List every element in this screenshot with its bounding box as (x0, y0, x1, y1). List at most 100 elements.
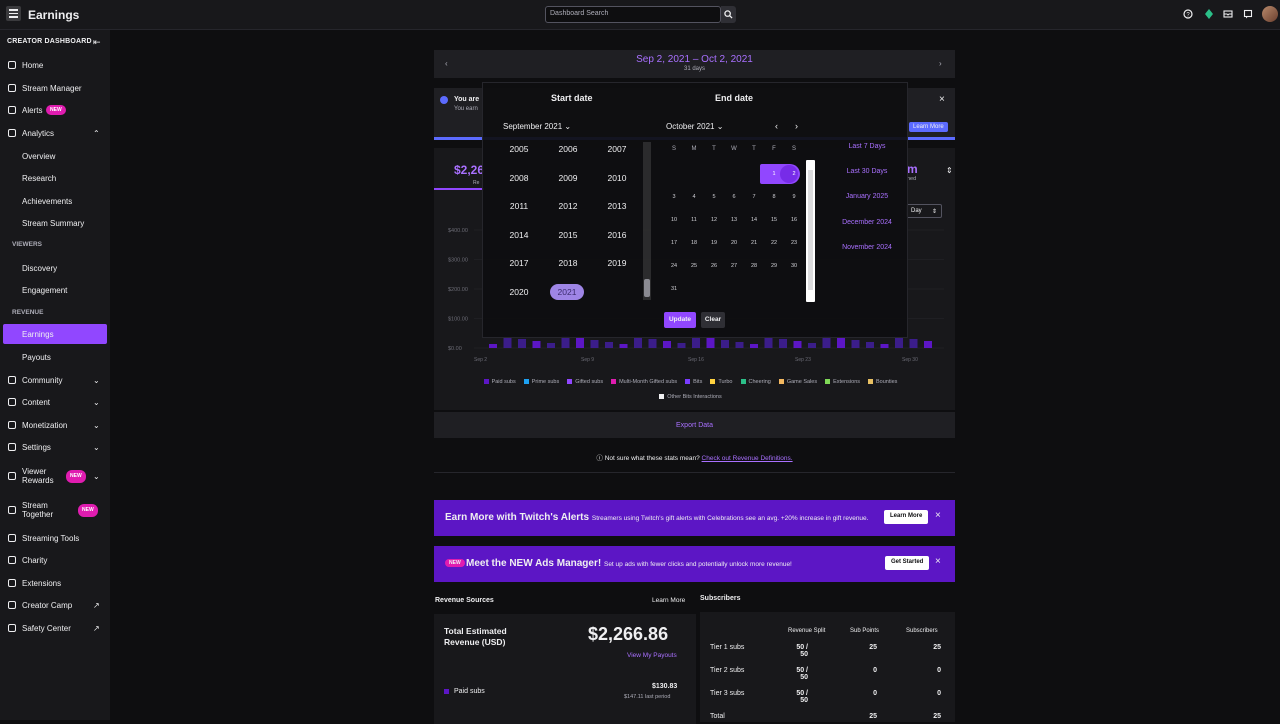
year-option[interactable]: 2020 (502, 287, 536, 297)
year-option[interactable]: 2006 (551, 144, 585, 154)
calendar-day[interactable]: 8 (768, 194, 780, 200)
quick-range-option[interactable]: Last 30 Days (832, 168, 902, 175)
legend-item[interactable]: Other Bits Interactions (434, 394, 947, 400)
chart-bar[interactable] (895, 337, 903, 348)
date-range[interactable]: Sep 2, 2021 – Oct 2, 2021 (434, 54, 955, 65)
chart-bar[interactable] (721, 340, 729, 348)
calendar-scrollbar[interactable] (806, 160, 815, 302)
calendar-day[interactable]: 28 (748, 263, 760, 269)
calendar-day[interactable]: 7 (748, 194, 760, 200)
sidebar-item-creator-camp[interactable]: Creator Camp ↗ (0, 595, 110, 615)
chart-bar[interactable] (735, 342, 744, 348)
chart-bar[interactable] (851, 340, 860, 348)
chart-bar[interactable] (750, 344, 758, 348)
granularity-select[interactable]: Day ⇕ (906, 204, 942, 218)
year-scrollbar-thumb[interactable] (644, 279, 650, 297)
legend-item[interactable]: Multi-Month Gifted subs (611, 379, 677, 385)
calendar-day[interactable]: 23 (788, 240, 800, 246)
calendar-day[interactable]: 25 (688, 263, 700, 269)
legend-item[interactable]: Extensions (825, 379, 860, 385)
chart-bar[interactable] (924, 341, 932, 348)
calendar-day[interactable]: 26 (708, 263, 720, 269)
legend-item[interactable]: Cheering (740, 379, 771, 385)
sort-icon[interactable]: ⇕ (946, 166, 953, 175)
calendar-day[interactable]: 5 (708, 194, 720, 200)
sidebar-item-stream-manager[interactable]: Stream Manager (0, 78, 110, 98)
sidebar-item-stream-together[interactable]: Stream Together NEW (0, 498, 110, 522)
chart-bar[interactable] (663, 341, 671, 348)
update-button[interactable]: Update (664, 312, 696, 328)
chart-bar[interactable] (706, 338, 715, 348)
year-option[interactable]: 2005 (502, 144, 536, 154)
collapse-sidebar-icon[interactable]: ⇤ (93, 37, 101, 48)
legend-item[interactable]: Prime subs (523, 379, 559, 385)
chart-bar[interactable] (837, 338, 845, 348)
end-month-select[interactable]: October 2021 ⌄ (666, 122, 723, 131)
year-option[interactable]: 2017 (502, 258, 536, 268)
calendar-day[interactable]: 21 (748, 240, 760, 246)
calendar-day[interactable]: 31 (668, 286, 680, 292)
next-period-icon[interactable]: › (939, 59, 942, 68)
year-option[interactable]: 2021 (550, 284, 584, 300)
calendar-day[interactable]: 17 (668, 240, 680, 246)
chart-bar[interactable] (909, 339, 918, 348)
calendar-day[interactable]: 30 (788, 263, 800, 269)
chart-bar[interactable] (764, 337, 773, 348)
calendar-day[interactable]: 29 (768, 263, 780, 269)
promo-learn-more-button[interactable]: Learn More (884, 510, 929, 524)
year-option[interactable]: 2012 (551, 201, 585, 211)
sidebar-item-home[interactable]: Home (0, 55, 110, 75)
quick-range-option[interactable]: December 2024 (832, 219, 902, 226)
close-icon[interactable]: × (939, 94, 945, 105)
sidebar-item-engagement[interactable]: Engagement (0, 280, 110, 300)
sidebar-item-research[interactable]: Research (0, 168, 110, 188)
year-option[interactable]: 2008 (502, 173, 536, 183)
calendar-day[interactable]: 14 (748, 217, 760, 223)
calendar-day[interactable]: 9 (788, 194, 800, 200)
calendar-day[interactable]: 15 (768, 217, 780, 223)
quick-range-option[interactable]: Last 7 Days (832, 143, 902, 150)
sidebar-item-alerts[interactable]: Alerts NEW (0, 100, 110, 120)
year-option[interactable]: 2014 (502, 230, 536, 240)
calendar-day[interactable]: 18 (688, 240, 700, 246)
calendar-day[interactable]: 27 (728, 263, 740, 269)
calendar-day[interactable]: 2 (788, 171, 800, 177)
quick-range-option[interactable]: January 2025 (832, 193, 902, 200)
calendar-day[interactable]: 13 (728, 217, 740, 223)
chart-bar[interactable] (880, 344, 889, 348)
legend-item[interactable]: Bounties (868, 379, 897, 385)
date-range-header[interactable]: ‹ Sep 2, 2021 – Oct 2, 2021 31 days › (434, 50, 955, 78)
sidebar-item-earnings[interactable]: Earnings (3, 324, 107, 344)
legend-item[interactable]: Paid subs (483, 379, 516, 385)
calendar-day[interactable]: 11 (688, 217, 700, 223)
chart-bar[interactable] (677, 343, 686, 348)
chart-bar[interactable] (489, 344, 497, 348)
sidebar-item-payouts[interactable]: Payouts (0, 347, 110, 367)
legend-item[interactable]: Game Sales (778, 379, 817, 385)
chart-bar[interactable] (518, 339, 526, 348)
sidebar-item-discovery[interactable]: Discovery (0, 258, 110, 278)
year-scrollbar[interactable] (643, 142, 651, 300)
revenue-definitions-link[interactable]: Check out Revenue Definitions. (702, 455, 793, 462)
close-icon[interactable]: × (935, 556, 941, 567)
calendar-day[interactable]: 6 (728, 194, 740, 200)
chart-bar[interactable] (605, 342, 613, 348)
calendar-day[interactable]: 20 (728, 240, 740, 246)
prev-month-icon[interactable]: ‹ (775, 121, 778, 131)
chart-bar[interactable] (808, 343, 816, 348)
avatar[interactable] (1262, 6, 1278, 22)
sidebar-item-safety-center[interactable]: Safety Center ↗ (0, 618, 110, 638)
calendar-day[interactable]: 22 (768, 240, 780, 246)
learn-more-button[interactable]: Learn More (909, 122, 948, 132)
year-option[interactable]: 2018 (551, 258, 585, 268)
search-input[interactable]: Dashboard Search (545, 6, 721, 23)
quick-range-option[interactable]: November 2024 (832, 244, 902, 251)
revenue-learn-more-link[interactable]: Learn More (652, 597, 685, 604)
view-payouts-link[interactable]: View My Payouts (627, 652, 677, 659)
legend-item[interactable]: Bits (685, 379, 702, 385)
calendar-day[interactable]: 24 (668, 263, 680, 269)
calendar-day[interactable]: 1 (768, 171, 780, 177)
legend-item[interactable]: Turbo (710, 379, 733, 385)
year-option[interactable]: 2010 (600, 173, 634, 183)
year-option[interactable]: 2009 (551, 173, 585, 183)
